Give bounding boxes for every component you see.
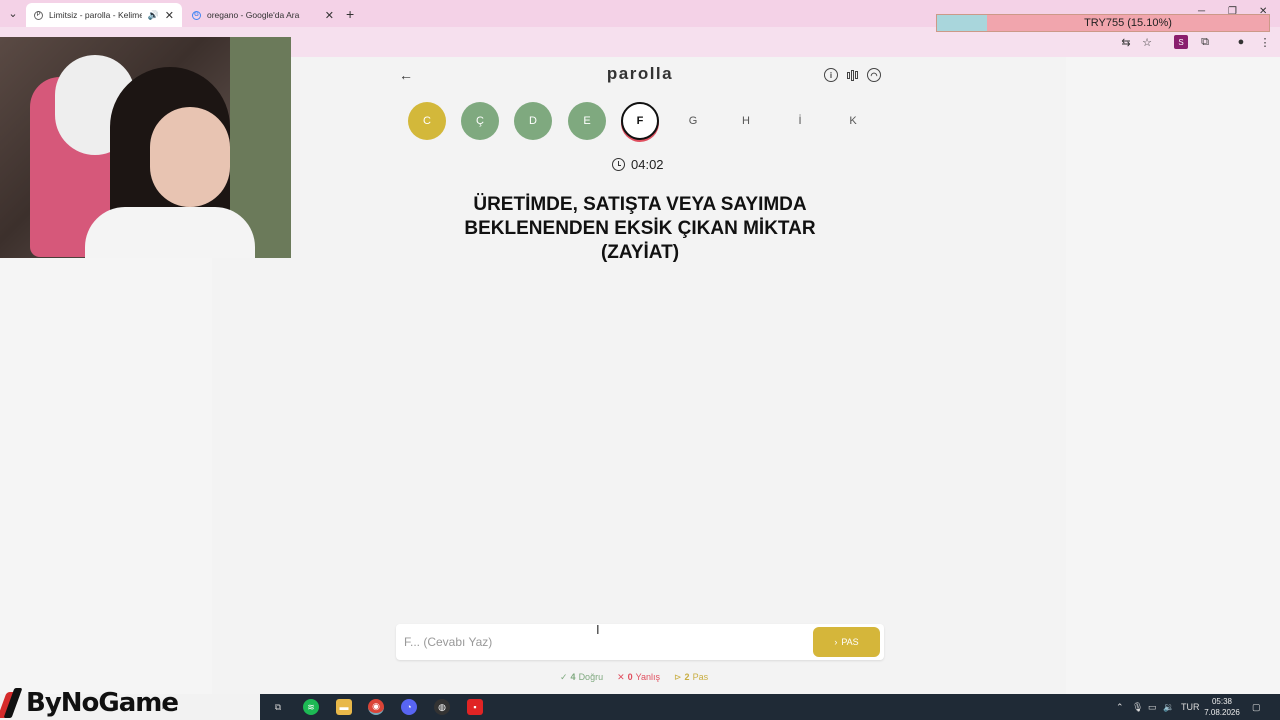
streamer-face (150, 107, 230, 207)
notifications-icon[interactable]: ▢ (1252, 702, 1261, 713)
clock-icon (612, 157, 625, 171)
profile-icon[interactable]: ◠ (867, 68, 881, 82)
countdown-timer: 04:02 (612, 155, 664, 173)
tab-title: oregano - Google'da Ara (207, 10, 300, 20)
spotify-icon[interactable]: ≋ (303, 699, 319, 715)
language-indicator[interactable]: TUR (1181, 702, 1200, 712)
score-stats: ✓ 4 Doğru ✕ 0 Yanlış ⊳ 2 Pas (560, 670, 708, 684)
page-right-margin (1066, 57, 1280, 694)
correct-label: Doğru (578, 672, 604, 682)
letter-k[interactable]: K (834, 102, 872, 140)
game-panel (212, 57, 1066, 694)
wrong-stat: ✕ 0 Yanlış (617, 670, 660, 684)
streamer-shirt (85, 207, 255, 258)
profile-avatar-icon[interactable]: ● (1234, 35, 1248, 49)
webcam-overlay (0, 37, 291, 258)
close-tab-icon[interactable]: ✕ (165, 9, 174, 22)
google-favicon-icon: G (192, 10, 201, 20)
chrome-icon[interactable]: ◉ (368, 699, 384, 715)
letter-g[interactable]: G (674, 102, 712, 140)
close-tab-icon[interactable]: ✕ (325, 9, 334, 22)
clock-date: 7.08.2026 (1204, 708, 1240, 717)
pass-stat: ⊳ 2 Pas (674, 670, 708, 684)
bynogame-logo-icon (0, 688, 24, 718)
letter-c-cedilla[interactable]: Ç (461, 102, 499, 140)
kebab-menu-icon[interactable]: ⋮ (1258, 35, 1272, 49)
clock-time: 05:38 (1211, 697, 1233, 706)
bookmark-star-icon[interactable]: ☆ (1140, 35, 1154, 49)
streaming-app-icon[interactable]: ▪ (467, 699, 483, 715)
check-icon: ✓ (560, 671, 568, 682)
task-view-icon[interactable]: ⧉ (270, 699, 286, 715)
wrong-count: 0 (627, 672, 633, 682)
answer-input[interactable] (404, 632, 784, 652)
timer-value: 04:02 (631, 156, 664, 172)
tab-title: Limitsiz - parolla - Kelime o (49, 10, 142, 20)
pass-count: 2 (684, 672, 690, 682)
text-cursor-icon: I (596, 622, 600, 637)
tray-chevron-icon[interactable]: ⌃ (1116, 702, 1124, 713)
pass-stat-label: Pas (692, 672, 709, 682)
discord-icon[interactable]: ◔ (401, 699, 417, 715)
letter-f-current[interactable]: F (621, 102, 659, 140)
obs-icon[interactable]: ◍ (434, 699, 450, 715)
system-clock[interactable]: 05:38 7.08.2026 (1200, 696, 1244, 718)
cross-icon: ✕ (617, 671, 625, 682)
info-icon[interactable]: i (824, 68, 838, 82)
pass-button[interactable]: › PAS (813, 627, 880, 657)
tab-parolla[interactable]: P Limitsiz - parolla - Kelime o 🔊 ✕ (26, 3, 182, 27)
back-arrow-icon[interactable]: ← (398, 67, 414, 83)
letter-c[interactable]: C (408, 102, 446, 140)
answer-bar: › PAS (396, 624, 884, 660)
tab-search-chevron-icon[interactable]: ⌄ (4, 4, 22, 22)
file-explorer-icon[interactable]: ▬ (336, 699, 352, 715)
price-ticker: TRY755 (15.10%) (936, 14, 1270, 32)
question-text: ÜRETİMDE, SATIŞTA VEYA SAYIMDA BEKLENEND… (464, 194, 816, 263)
tab-google[interactable]: G oregano - Google'da Ara ✕ (184, 3, 342, 27)
extension-icon[interactable]: S (1174, 35, 1188, 49)
puzzle-icon[interactable]: ⧉ (1198, 35, 1212, 49)
speaker-icon[interactable]: 🔊 (148, 10, 159, 21)
correct-count: 4 (570, 672, 576, 682)
correct-stat: ✓ 4 Doğru (560, 670, 603, 684)
bynogame-watermark: ByNoGame (0, 686, 179, 720)
wrong-label: Yanlış (635, 672, 660, 682)
app-logo[interactable]: parolla (560, 64, 720, 84)
letter-i-dotted[interactable]: İ (781, 102, 819, 140)
network-icon[interactable]: ▭ (1148, 702, 1157, 713)
parolla-favicon-icon: P (34, 10, 43, 20)
brand-name: ByNoGame (26, 688, 179, 718)
microphone-icon[interactable]: 🎙 (1132, 702, 1143, 713)
pass-label: PAS (841, 637, 859, 647)
ticker-fill (937, 15, 987, 31)
skip-icon: ⊳ (674, 671, 682, 682)
volume-icon[interactable]: 🔉 (1163, 702, 1174, 713)
translate-icon[interactable]: ⇆ (1119, 35, 1133, 49)
stats-chart-icon[interactable] (845, 68, 859, 82)
letter-e[interactable]: E (568, 102, 606, 140)
new-tab-button[interactable]: + (346, 6, 354, 22)
chevron-right-icon: › (834, 637, 838, 647)
letter-d[interactable]: D (514, 102, 552, 140)
ticker-text: TRY755 (15.10%) (1084, 17, 1172, 29)
letter-h[interactable]: H (727, 102, 765, 140)
